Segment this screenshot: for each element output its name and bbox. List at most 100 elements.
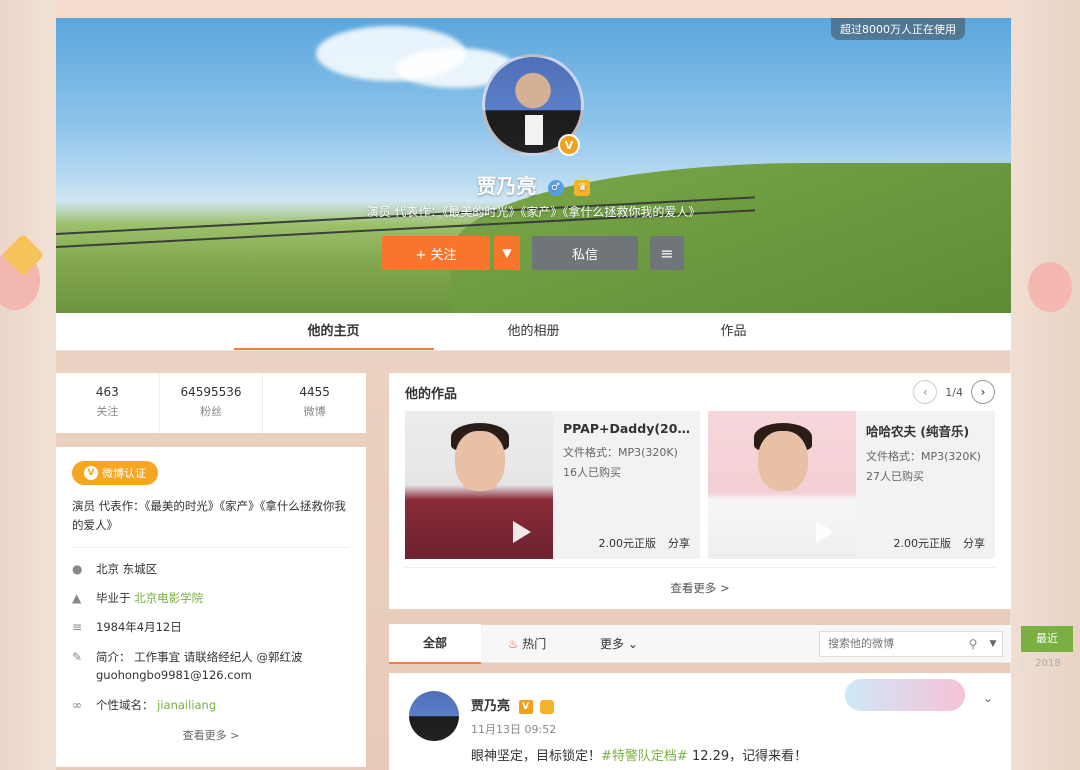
share-button[interactable]: 分享	[668, 535, 690, 551]
feed-post: 贾乃亮 V 11月13日 09:52 眼神坚定，目标锁定！#特警队定档# 12.…	[389, 673, 1011, 770]
work-meta: 哈哈农夫 (纯音乐) 文件格式：MP3(320K) 27人已购买 2.00元正版…	[856, 411, 995, 559]
domain-link[interactable]: jianailiang	[157, 698, 216, 712]
work-actions: 2.00元正版 分享	[563, 535, 690, 551]
year-navigation: 最近 2018	[1021, 626, 1073, 669]
birthday-row: ≡ 1984年4月12日	[72, 619, 350, 635]
location-pin-icon: ●	[72, 562, 83, 576]
play-icon[interactable]	[513, 521, 531, 543]
location-text: 北京 东城区	[96, 562, 158, 576]
play-icon[interactable]	[815, 521, 834, 543]
feed-tab-all[interactable]: 全部	[389, 623, 481, 664]
work-sold: 16人已购买	[563, 466, 621, 479]
post-card-sticker[interactable]	[845, 679, 965, 711]
profile-name-text: 贾乃亮	[476, 174, 537, 198]
feed-tab-more[interactable]: 更多 ⌄	[573, 625, 665, 663]
cake-icon: ≡	[72, 620, 83, 634]
prev-page-button[interactable]: ‹	[913, 380, 938, 404]
works-header: 他的作品 ‹ 1/4 ›	[405, 373, 995, 411]
profile-actions: + 关注 ▼ 私信 ≡	[382, 236, 684, 270]
tab-album[interactable]: 他的相册	[434, 313, 634, 350]
post-avatar[interactable]	[409, 691, 459, 741]
balloon-decoration	[1028, 262, 1072, 312]
profile-tabs: 他的主页 他的相册 作品	[56, 313, 1011, 351]
more-menu-button[interactable]: ≡	[650, 236, 684, 270]
work-meta: PPAP+Daddy(20… 文件格式：MP3(320K) 16人已购买 2.0…	[553, 411, 700, 559]
work-thumbnail[interactable]	[707, 411, 856, 559]
weibo-count[interactable]: 4455 微博	[263, 373, 366, 433]
profile-cover: 超过8000万人正在使用 V 贾乃亮 ♂ ♛ 演员 代表作：《最美的时光》《家产…	[56, 18, 1011, 313]
flame-icon: ♨	[507, 636, 519, 651]
domain-prefix: 个性域名：	[96, 698, 154, 712]
work-thumbnail[interactable]	[405, 411, 553, 559]
school-link[interactable]: 北京电影学院	[134, 590, 203, 606]
right-column: 他的作品 ‹ 1/4 › PPAP+Daddy(20… 文件格式：MP3(320…	[389, 373, 1011, 770]
brief-text: 简介： 工作事宜 请联络经纪人 @郭红波 guohongbo9981@126.c…	[96, 650, 303, 682]
feed-filter-bar: 全部 ♨ 热门 更多 ⌄ ⚲ ▼	[389, 623, 1011, 664]
info-more-link[interactable]: 查看更多 >	[72, 727, 350, 743]
verified-v-icon: V	[518, 699, 533, 714]
profile-intro: 演员 代表作：《最美的时光》《家产》《拿什么拯救你我的爱人》	[366, 205, 701, 219]
profile-page: 超过8000万人正在使用 V 贾乃亮 ♂ ♛ 演员 代表作：《最美的时光》《家产…	[56, 18, 1011, 770]
work-title[interactable]: 哈哈农夫 (纯音乐)	[866, 421, 985, 440]
users-count-badge: 超过8000万人正在使用	[831, 18, 965, 40]
following-count[interactable]: 463 关注	[56, 373, 160, 433]
work-sold: 27人已购买	[865, 470, 924, 483]
count-label: 粉丝	[200, 405, 222, 418]
tab-home[interactable]: 他的主页	[233, 313, 434, 350]
work-item[interactable]: 哈哈农夫 (纯音乐) 文件格式：MP3(320K) 27人已购买 2.00元正版…	[707, 411, 995, 559]
feed-tab-hot[interactable]: ♨ 热门	[481, 625, 573, 663]
work-title[interactable]: PPAP+Daddy(20…	[563, 421, 690, 436]
count-number: 4455	[299, 385, 330, 399]
works-see-more-link[interactable]: 查看更多 >	[405, 567, 995, 607]
vip-crown-icon[interactable]	[540, 699, 555, 714]
page-indicator: 1/4	[945, 385, 963, 399]
school-prefix: 毕业于	[96, 591, 131, 605]
chevron-down-icon[interactable]: ⌄	[983, 691, 993, 705]
graduation-cap-icon: ▲	[72, 591, 82, 605]
post-topic-link[interactable]: #特警队定档#	[601, 749, 688, 764]
verified-v-icon: V	[84, 466, 98, 480]
works-title: 他的作品	[405, 386, 458, 402]
follow-counts: 463 关注 64595536 粉丝 4455 微博	[56, 373, 366, 433]
caret-down-icon[interactable]: ▼	[984, 639, 1002, 649]
birthday-text: 1984年4月12日	[96, 620, 182, 634]
buy-price-button[interactable]: 2.00元正版	[894, 535, 952, 551]
count-number: 463	[95, 385, 119, 399]
buy-price-button[interactable]: 2.00元正版	[598, 535, 656, 551]
vip-crown-icon[interactable]: ♛	[574, 179, 591, 196]
edit-icon: ✎	[72, 650, 83, 664]
next-page-button[interactable]: ›	[971, 380, 995, 404]
work-format: 文件格式：MP3(320K)	[865, 450, 981, 463]
tab-works[interactable]: 作品	[634, 313, 834, 350]
year-nav-2018[interactable]: 2018	[1021, 658, 1073, 669]
work-item[interactable]: PPAP+Daddy(20… 文件格式：MP3(320K) 16人已购买 2.0…	[405, 411, 700, 559]
chevron-down-icon: ⌄	[627, 636, 638, 651]
follow-button[interactable]: + 关注	[382, 236, 490, 270]
verified-tag[interactable]: V 微博认证	[72, 461, 158, 485]
post-time[interactable]: 11月13日 09:52	[471, 721, 556, 737]
works-card: 他的作品 ‹ 1/4 › PPAP+Daddy(20… 文件格式：MP3(320…	[389, 373, 1011, 609]
share-button[interactable]: 分享	[963, 535, 985, 551]
work-format: 文件格式：MP3(320K)	[563, 446, 678, 459]
fans-count[interactable]: 64595536 粉丝	[160, 373, 264, 433]
male-gender-icon: ♂	[547, 179, 564, 196]
post-author-name[interactable]: 贾乃亮	[471, 699, 510, 714]
profile-info-card: V 微博认证 演员 代表作：《最美的时光》《家产》《拿什么拯救你我的爱人》 ● …	[56, 447, 366, 767]
thumbnail-face	[455, 431, 505, 491]
feed-search-input[interactable]	[820, 637, 962, 650]
work-actions: 2.00元正版 分享	[866, 535, 986, 551]
year-nav-recent[interactable]: 最近	[1021, 626, 1073, 652]
verified-v-icon: V	[558, 134, 580, 156]
brief-row: ✎ 简介： 工作事宜 请联络经纪人 @郭红波 guohongbo9981@126…	[72, 648, 350, 684]
message-button[interactable]: 私信	[532, 236, 638, 270]
count-label: 微博	[303, 405, 326, 418]
search-icon[interactable]: ⚲	[962, 637, 984, 651]
background-left	[0, 0, 56, 770]
chevron-right-icon: ›	[980, 385, 986, 399]
feed-tab-more-label: 更多	[600, 636, 625, 651]
post-text-part: 眼神坚定，目标锁定！	[471, 749, 602, 764]
domain-row: ∞ 个性域名： jianailiang	[72, 697, 350, 713]
feed-search-box: ⚲ ▼	[819, 630, 1003, 657]
follow-dropdown-button[interactable]: ▼	[494, 236, 520, 270]
profile-name: 贾乃亮 ♂ ♛	[56, 170, 1011, 199]
